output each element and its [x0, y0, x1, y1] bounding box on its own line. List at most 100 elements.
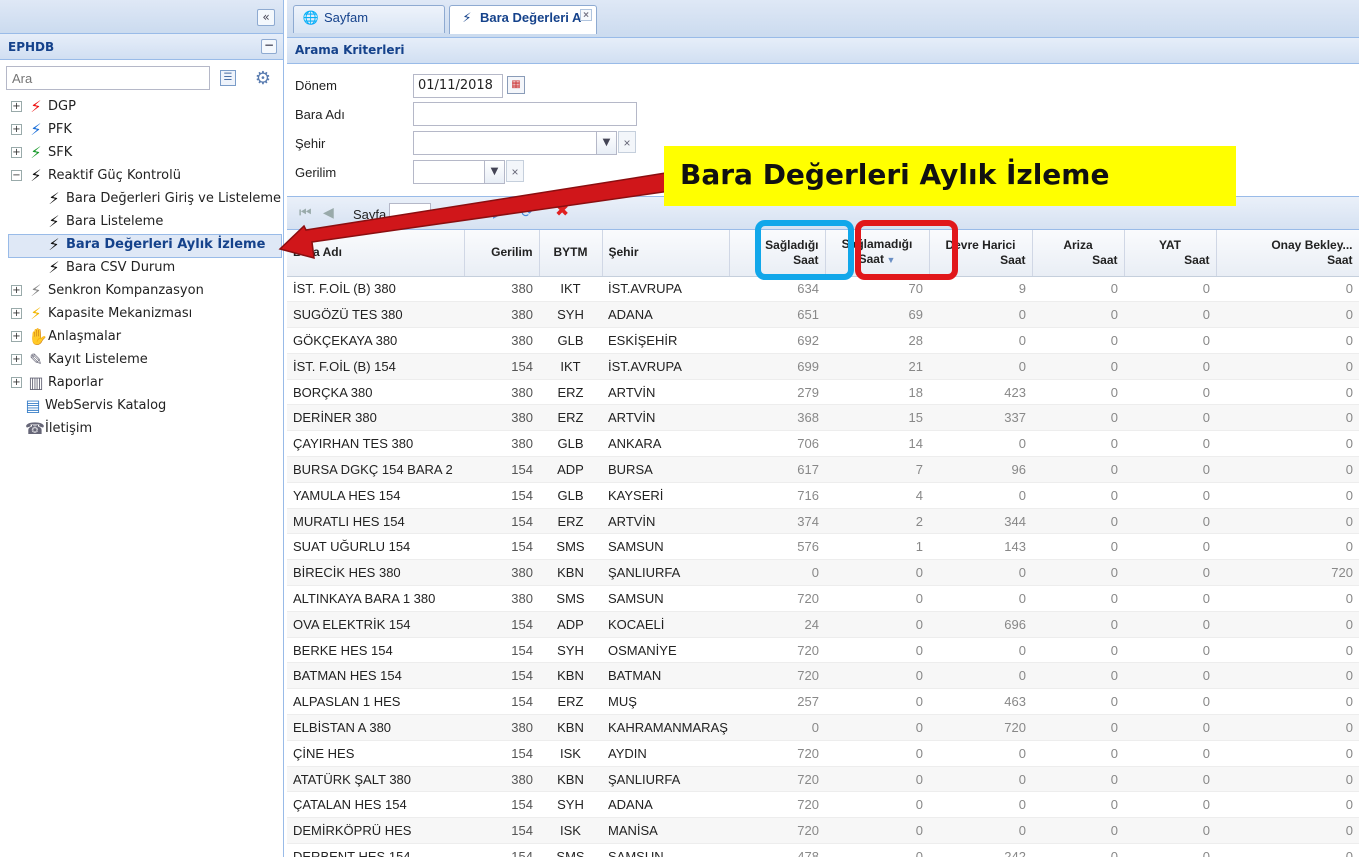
column-header-3[interactable]: Şehir — [602, 230, 730, 277]
expand-icon[interactable]: + — [11, 124, 22, 135]
column-header-7[interactable]: Ariza Saat — [1032, 230, 1125, 277]
tree-item-pfk[interactable]: + ⚡ PFK — [0, 119, 283, 142]
tree-item-i-letişim[interactable]: ☎ İletişim — [0, 418, 283, 441]
tab-close-icon[interactable]: × — [580, 9, 592, 21]
clear-filter-icon[interactable]: ✖ — [555, 201, 569, 221]
minimize-icon[interactable]: − — [261, 39, 277, 54]
chevron-down-icon[interactable]: ▼ — [596, 132, 616, 154]
column-header-8[interactable]: YAT Saat — [1124, 230, 1217, 277]
content-panel: 🌐 Sayfam ⚡ Bara Değerleri A × Arama Kriter… — [287, 0, 1359, 857]
refresh-icon[interactable]: ⟳ — [521, 204, 533, 221]
tree-item-raporlar[interactable]: + ▥ Raporlar — [0, 372, 283, 395]
table-row[interactable]: ALTINKAYA BARA 1 380 380 SMS SAMSUN 720 0 0 0 0 0 — [287, 585, 1359, 612]
table-cell: 0 — [1124, 508, 1216, 535]
table-cell: DEMİRKÖPRÜ HES — [287, 817, 464, 845]
settings-gear-icon[interactable]: ⚙ — [252, 67, 274, 89]
lightning-outline-icon: ⚡ — [30, 281, 42, 300]
expand-icon[interactable]: + — [11, 331, 22, 342]
chevron-down-icon[interactable]: ▼ — [484, 161, 504, 183]
sehir-label: Şehir — [295, 136, 326, 151]
tab-sayfam[interactable]: 🌐 Sayfam — [293, 5, 445, 33]
table-row[interactable]: BERKE HES 154 154 SYH OSMANİYE 720 0 0 0 0 0 — [287, 637, 1359, 664]
table-row[interactable]: ELBİSTAN A 380 380 KBN KAHRAMANMARAŞ 0 0 720 0 0… — [287, 714, 1359, 741]
table-row[interactable]: DERİNER 380 380 ERZ ARTVİN 368 15 337 0 0 0 — [287, 404, 1359, 432]
table-cell: SMS — [539, 585, 602, 612]
table-row[interactable]: GÖKÇEKAYA 380 380 GLB ESKİŞEHİR 692 28 0 0 0 0 — [287, 327, 1359, 354]
table-row[interactable]: BORÇKA 380 380 ERZ ARTVİN 279 18 423 0 0 0 — [287, 379, 1359, 406]
table-row[interactable]: SUAT UĞURLU 154 154 SMS SAMSUN 576 1 143 0 0 0 — [287, 533, 1359, 561]
table-row[interactable]: BURSA DGKÇ 154 BARA 2 154 ADP BURSA 617 7 96 0 0… — [287, 456, 1359, 483]
table-cell: ADP — [539, 611, 602, 638]
next-page-icon[interactable]: ▶ — [493, 204, 504, 221]
expand-icon[interactable]: + — [11, 147, 22, 158]
table-row[interactable]: DERBENT HES 154 154 SMS SAMSUN 478 0 242 0 0 0 — [287, 843, 1359, 857]
gerilim-clear-icon[interactable]: × — [506, 160, 524, 182]
tree-item-sfk[interactable]: + ⚡ SFK — [0, 142, 283, 165]
tree-search-input[interactable] — [6, 66, 210, 90]
expand-icon[interactable]: + — [11, 377, 22, 388]
expand-icon[interactable]: + — [11, 285, 22, 296]
tree-item-dgp[interactable]: + ⚡ DGP — [0, 96, 283, 119]
table-row[interactable]: ATATÜRK ŞALT 380 380 KBN ŞANLIURFA 720 0 0 0 0 0 — [287, 766, 1359, 793]
tree-item-kapasite-mekanizması[interactable]: + ⚡ Kapasite Mekanizması — [0, 303, 283, 326]
table-row[interactable]: YAMULA HES 154 154 GLB KAYSERİ 716 4 0 0 0 0 — [287, 482, 1359, 509]
table-cell: 0 — [1032, 456, 1124, 483]
tab-bara-degerleri[interactable]: ⚡ Bara Değerleri A × — [449, 5, 597, 34]
tree-item-bara-değerleri-aylık-i-zleme[interactable]: ⚡ Bara Değerleri Aylık İzleme — [0, 234, 283, 257]
table-row[interactable]: OVA ELEKTRİK 154 154 ADP KOCAELİ 24 0 696 0 0 0 — [287, 611, 1359, 638]
bara-adi-field[interactable] — [413, 102, 637, 126]
table-row[interactable]: ÇATALAN HES 154 154 SYH ADANA 720 0 0 0 0 0 — [287, 791, 1359, 819]
tree-item-kayıt-listeleme[interactable]: + ✎ Kayıt Listeleme — [0, 349, 283, 372]
tree-item-reaktif-güç-kontrolü[interactable]: − ⚡ Reaktif Güç Kontrolü — [0, 165, 283, 188]
table-row[interactable]: İST. F.OİL (B) 154 154 IKT İST.AVRUPA 699 21 0… — [287, 353, 1359, 380]
lightning-black-icon: ⚡ — [48, 189, 60, 208]
table-cell: SAMSUN — [602, 533, 729, 561]
tree-item-bara-değerleri-giriş-ve-listeleme[interactable]: ⚡ Bara Değerleri Giriş ve Listeleme — [0, 188, 283, 211]
table-row[interactable]: DEMİRKÖPRÜ HES 154 ISK MANİSA 720 0 0 0 0 0 — [287, 817, 1359, 845]
table-row[interactable]: ALPASLAN 1 HES 154 ERZ MUŞ 257 0 463 0 0 0 — [287, 688, 1359, 716]
table-cell: ÇİNE HES — [287, 740, 464, 767]
table-cell: GLB — [539, 327, 602, 354]
table-row[interactable]: BATMAN HES 154 154 KBN BATMAN 720 0 0 0 0 0 — [287, 662, 1359, 690]
table-cell: 380 — [464, 559, 539, 587]
table-cell: 242 — [929, 843, 1032, 857]
tree-item-webservis-katalog[interactable]: ▤ WebServis Katalog — [0, 395, 283, 418]
table-cell: 0 — [1124, 404, 1216, 432]
table-cell: BURSA — [602, 456, 729, 483]
table-row[interactable]: BİRECİK HES 380 380 KBN ŞANLIURFA 0 0 0 0 0 720 — [287, 559, 1359, 587]
calendar-icon[interactable]: ▦ — [507, 76, 525, 94]
table-cell: 692 — [729, 327, 825, 354]
sehir-clear-icon[interactable]: × — [618, 131, 636, 153]
sehir-select[interactable]: ▼ — [413, 131, 617, 155]
tree-item-bara-listeleme[interactable]: ⚡ Bara Listeleme — [0, 211, 283, 234]
tree-item-senkron-kompanzasyon[interactable]: + ⚡ Senkron Kompanzasyon — [0, 280, 283, 303]
table-cell: 0 — [1124, 276, 1216, 303]
table-cell: 0 — [1124, 456, 1216, 483]
expand-icon[interactable]: + — [11, 308, 22, 319]
gerilim-select[interactable]: ▼ — [413, 160, 505, 184]
table-row[interactable]: MURATLI HES 154 154 ERZ ARTVİN 374 2 344 0 0 0 — [287, 508, 1359, 535]
table-row[interactable]: ÇİNE HES 154 ISK AYDIN 720 0 0 0 0 0 — [287, 740, 1359, 767]
prev-page-icon[interactable]: ◀ — [323, 204, 334, 221]
column-header-2[interactable]: BYTM — [539, 230, 603, 277]
collapse-panel-icon[interactable]: « — [257, 9, 275, 26]
donem-field[interactable]: 01/11/2018 — [413, 74, 503, 98]
column-header-0[interactable]: Bara Adı — [287, 230, 465, 277]
table-cell: 0 — [1032, 508, 1124, 535]
list-view-icon[interactable]: ☰ — [220, 70, 236, 86]
expand-icon[interactable]: + — [11, 354, 22, 365]
lightning-yellow-icon: ⚡ — [30, 304, 42, 323]
first-page-icon[interactable]: ⏮ — [299, 204, 312, 221]
expand-icon[interactable]: + — [11, 101, 22, 112]
column-header-9[interactable]: Onay Bekley... Saat — [1216, 230, 1359, 277]
tree-item-bara-csv-durum[interactable]: ⚡ Bara CSV Durum — [0, 257, 283, 280]
table-row[interactable]: SUGÖZÜ TES 380 380 SYH ADANA 651 69 0 0 0 0 — [287, 301, 1359, 329]
tree-item-anlaşmalar[interactable]: + ✋ Anlaşmalar — [0, 326, 283, 349]
navigation-tree: + ⚡ DGP + ⚡ PFK + ⚡ SFK − ⚡ Reaktif Güç Kontrolü ⚡ Ba… — [0, 96, 283, 441]
column-header-1[interactable]: Gerilim — [464, 230, 540, 277]
page-number-input[interactable] — [389, 203, 431, 223]
collapse-icon[interactable]: − — [11, 170, 22, 181]
column-header-line1: Ariza — [1063, 237, 1093, 252]
table-cell: 0 — [1216, 817, 1359, 845]
table-row[interactable]: ÇAYIRHAN TES 380 380 GLB ANKARA 706 14 0 0 0 0 — [287, 430, 1359, 458]
